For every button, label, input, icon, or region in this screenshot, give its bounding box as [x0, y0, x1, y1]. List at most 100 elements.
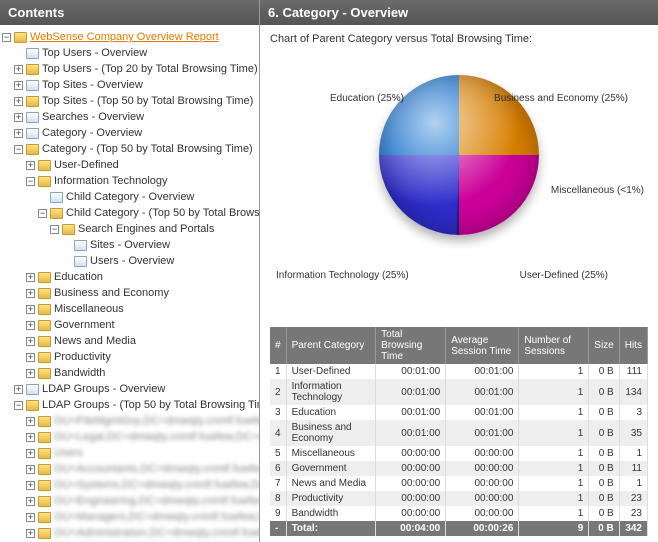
tree-label: Information Technology — [54, 175, 168, 187]
table-cell: 7 — [270, 476, 286, 491]
tree-item[interactable]: +OU=Engineering,DC=dmwqty.cnmtf.fuwfew,D… — [2, 493, 257, 509]
table-row: 5Miscellaneous00:00:0000:00:0010 B1 — [270, 446, 648, 461]
tree-label: Top Users - (Top 20 by Total Browsing Ti… — [42, 63, 258, 75]
tree-item[interactable]: −Category - (Top 50 by Total Browsing Ti… — [2, 141, 257, 157]
table-cell: 1 — [519, 379, 589, 405]
expand-icon[interactable]: + — [26, 449, 35, 458]
tree-label: Users - Overview — [90, 255, 174, 267]
collapse-icon[interactable]: − — [14, 401, 23, 410]
expand-icon[interactable]: + — [26, 273, 35, 282]
expand-icon[interactable]: + — [26, 465, 35, 474]
tree-label: Business and Economy — [54, 287, 169, 299]
expand-icon[interactable]: + — [14, 129, 23, 138]
tree-item[interactable]: +Bandwidth — [2, 365, 257, 381]
folder-icon — [38, 464, 51, 475]
report-icon — [74, 256, 87, 267]
tree-label: Miscellaneous — [54, 303, 124, 315]
collapse-icon[interactable]: − — [26, 177, 35, 186]
table-row: 8Productivity00:00:0000:00:0010 B23 — [270, 491, 648, 506]
tree-item[interactable]: Child Category - Overview — [2, 189, 257, 205]
report-icon — [74, 240, 87, 251]
tree-label: WebSense Company Overview Report — [30, 31, 219, 43]
expand-icon[interactable]: + — [14, 81, 23, 90]
expand-icon[interactable]: + — [26, 337, 35, 346]
chart-label: Information Technology (25%) — [276, 270, 409, 281]
expand-icon[interactable]: + — [26, 433, 35, 442]
table-cell: Education — [286, 405, 376, 420]
report-icon — [26, 384, 39, 395]
tree-label: News and Media — [54, 335, 136, 347]
tree-item[interactable]: +Top Sites - Overview — [2, 77, 257, 93]
tree-item[interactable]: Top Users - Overview — [2, 45, 257, 61]
table-footer-cell: 0 B — [589, 521, 619, 536]
table-cell: 0 B — [589, 379, 619, 405]
tree-label: Child Category - Overview — [66, 191, 194, 203]
tree-label: User-Defined — [54, 159, 119, 171]
expand-icon[interactable]: + — [26, 369, 35, 378]
tree-item[interactable]: Users - Overview — [2, 253, 257, 269]
chart-label: Business and Economy (25%) — [494, 93, 628, 104]
expand-icon[interactable]: + — [14, 97, 23, 106]
tree-item[interactable]: + OU=FileMgmtGrp,DC=dmwqty.cnmtf.fuwfew,D… — [2, 413, 257, 429]
tree-item[interactable]: − Information Technology — [2, 173, 257, 189]
table-row: 7News and Media00:00:0000:00:0010 B1 — [270, 476, 648, 491]
tree-item[interactable]: −LDAP Groups - (Top 50 by Total Browsing… — [2, 397, 257, 413]
expand-icon[interactable]: + — [14, 113, 23, 122]
expand-icon[interactable]: + — [26, 417, 35, 426]
table-cell: 1 — [519, 476, 589, 491]
table-cell: Information Technology — [286, 379, 376, 405]
collapse-icon[interactable]: − — [38, 209, 47, 218]
expand-icon[interactable]: + — [26, 161, 35, 170]
tree-item[interactable]: + Business and Economy — [2, 285, 257, 301]
expand-icon[interactable]: + — [26, 481, 35, 490]
col-header: Number of Sessions — [519, 327, 589, 364]
collapse-icon[interactable]: − — [50, 225, 59, 234]
table-cell: 1 — [519, 446, 589, 461]
tree-item[interactable]: +OU=Legal,DC=dmwqty.cnmtf.fuwfew,DC=com — [2, 429, 257, 445]
tree-item[interactable]: +OU=Administration,DC=dmwqty.cnmtf.fuwfe… — [2, 525, 257, 541]
tree-item[interactable]: + Top Users - (Top 20 by Total Browsing T… — [2, 61, 257, 77]
folder-icon — [38, 336, 51, 347]
expand-icon[interactable]: + — [26, 289, 35, 298]
table-cell: 1 — [270, 364, 286, 379]
report-icon — [26, 128, 39, 139]
expand-icon[interactable]: + — [26, 513, 35, 522]
tree-item[interactable]: +Top Sites - (Top 50 by Total Browsing T… — [2, 93, 257, 109]
expand-icon[interactable]: + — [14, 385, 23, 394]
tree-item[interactable]: + Miscellaneous — [2, 301, 257, 317]
collapse-icon[interactable]: − — [2, 33, 11, 42]
tree-item[interactable]: +Government — [2, 317, 257, 333]
tree-item[interactable]: −Child Category - (Top 50 by Total Brows… — [2, 205, 257, 221]
tree-label: OU=Systems,DC=dmwqty.cnmtf.fuwfew,DC=com — [54, 479, 260, 491]
tree-label: OU=FileMgmtGrp,DC=dmwqty.cnmtf.fuwfew,DC… — [54, 415, 260, 427]
tree-item[interactable]: +Users — [2, 445, 257, 461]
tree-root[interactable]: − WebSense Company Overview Report — [2, 29, 257, 45]
tree-item[interactable]: Sites - Overview — [2, 237, 257, 253]
tree-item[interactable]: + Education — [2, 269, 257, 285]
tree-item[interactable]: + News and Media — [2, 333, 257, 349]
tree-item[interactable]: + OU=Systems,DC=dmwqty.cnmtf.fuwfew,DC=co… — [2, 477, 257, 493]
expand-icon[interactable]: + — [26, 529, 35, 538]
tree-item[interactable]: −Search Engines and Portals — [2, 221, 257, 237]
folder-icon — [38, 416, 51, 427]
chart-label: User-Defined (25%) — [520, 270, 608, 281]
tree-item[interactable]: +OU=Managers,DC=dmwqty.cnmtf.fuwfew,DC=c… — [2, 509, 257, 525]
expand-icon[interactable]: + — [26, 353, 35, 362]
folder-icon — [50, 208, 63, 219]
tree-item[interactable]: +Productivity — [2, 349, 257, 365]
collapse-icon[interactable]: − — [14, 145, 23, 154]
expand-icon[interactable]: + — [26, 497, 35, 506]
expand-icon[interactable]: + — [14, 65, 23, 74]
table-cell: 0 B — [589, 446, 619, 461]
tree-item[interactable]: +OU=Accountants,DC=dmwqty.cnmtf.fuwfew,D… — [2, 461, 257, 477]
tree-item[interactable]: +LDAP Groups - Overview — [2, 381, 257, 397]
tree-item[interactable]: +Category - Overview — [2, 125, 257, 141]
page-title: 6. Category - Overview — [260, 0, 658, 25]
tree-item[interactable]: +Searches - Overview — [2, 109, 257, 125]
expand-icon[interactable]: + — [26, 305, 35, 314]
tree-label: Education — [54, 271, 103, 283]
table-cell: 00:01:00 — [376, 420, 446, 446]
table-cell: 1 — [519, 491, 589, 506]
tree-item[interactable]: + User-Defined — [2, 157, 257, 173]
expand-icon[interactable]: + — [26, 321, 35, 330]
